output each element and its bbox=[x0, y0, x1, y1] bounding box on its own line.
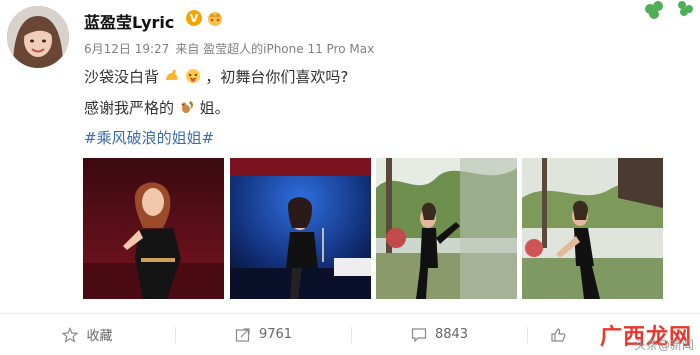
comment-count: 8843 bbox=[434, 327, 469, 342]
comment-icon bbox=[411, 327, 427, 342]
photo-2[interactable] bbox=[230, 158, 371, 299]
post-text-line1: 沙袋没白背 ，初舞台你们喜欢吗? bbox=[84, 66, 348, 87]
photo-1[interactable] bbox=[83, 158, 224, 299]
photo-4[interactable] bbox=[522, 158, 663, 299]
user-name[interactable]: 蓝盈莹Lyric bbox=[84, 9, 174, 33]
like-button[interactable] bbox=[528, 314, 588, 355]
post-source: 来自 盈莹超人的iPhone 11 Pro Max bbox=[175, 42, 375, 56]
star-icon bbox=[62, 326, 79, 343]
watermark-sub: 头条@新闻 bbox=[633, 338, 694, 352]
post-meta: 6月12日 19:27 来自 盈莹超人的iPhone 11 Pro Max bbox=[84, 40, 380, 57]
post-text-segment: 感谢我严格的 bbox=[84, 99, 175, 117]
repost-button[interactable]: 9761 bbox=[176, 314, 351, 355]
avatar[interactable] bbox=[7, 6, 69, 68]
post-date[interactable]: 6月12日 19:27 bbox=[84, 42, 169, 56]
post-text-line2: 感谢我严格的 姐。 bbox=[84, 97, 230, 118]
post-text-segment: 沙袋没白背 bbox=[84, 68, 160, 86]
repost-icon bbox=[235, 327, 250, 342]
clover-decoration bbox=[638, 0, 700, 26]
repost-count: 9761 bbox=[258, 327, 293, 342]
crown-icon bbox=[205, 10, 225, 26]
post-text-segment: ，初舞台你们喜欢吗? bbox=[205, 68, 349, 86]
squirrel-emoji-icon bbox=[179, 99, 195, 115]
tongue-out-emoji-icon bbox=[185, 68, 201, 84]
user-badges: V bbox=[186, 10, 225, 26]
photo-3[interactable] bbox=[376, 158, 517, 299]
hashtag-link[interactable]: #乘风破浪的姐姐# bbox=[84, 127, 214, 148]
comment-button[interactable]: 8843 bbox=[352, 314, 527, 355]
favorite-button[interactable]: 收藏 bbox=[0, 314, 175, 355]
action-bar: 收藏 9761 8843 bbox=[0, 314, 700, 355]
favorite-label: 收藏 bbox=[86, 329, 113, 344]
flexed-arm-emoji-icon bbox=[164, 68, 180, 84]
verified-badge: V bbox=[186, 10, 202, 26]
post-text-segment: 姐。 bbox=[199, 99, 230, 117]
thumbs-up-icon bbox=[551, 327, 566, 342]
